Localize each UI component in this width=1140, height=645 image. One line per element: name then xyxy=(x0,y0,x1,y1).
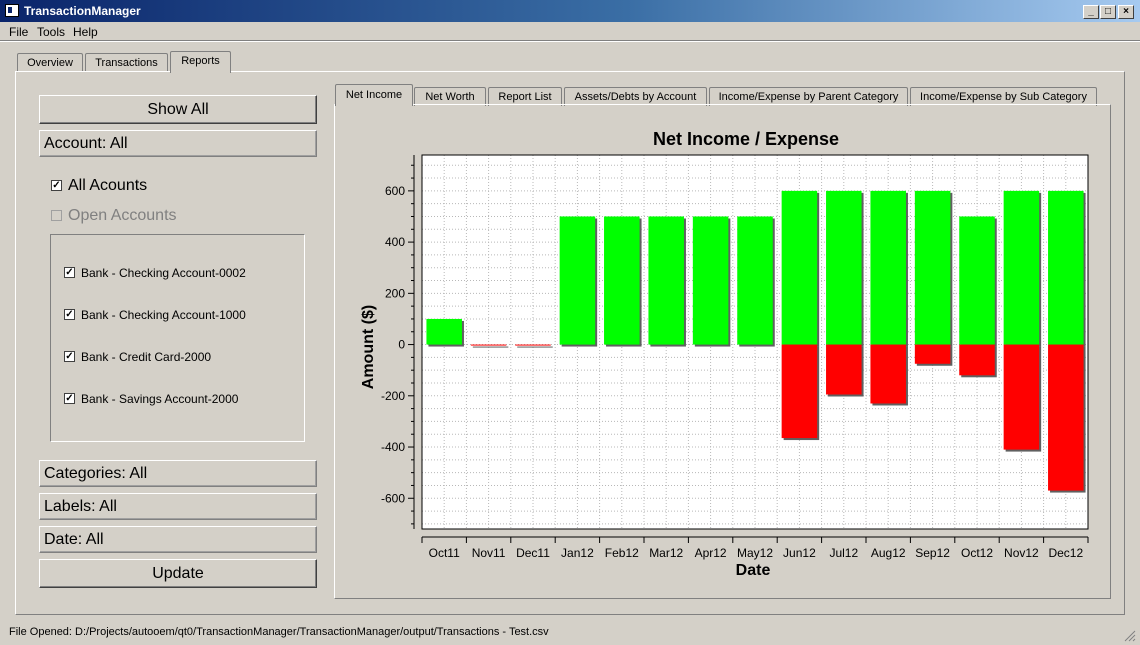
y-tick-label: -200 xyxy=(381,389,405,403)
bar xyxy=(515,344,551,346)
account-label: Bank - Checking Account-1000 xyxy=(81,308,246,322)
bar xyxy=(959,216,995,345)
menu-divider-highlight xyxy=(0,41,1140,42)
x-tick-label: Mar12 xyxy=(649,546,683,560)
window-title: TransactionManager xyxy=(24,4,141,18)
bar xyxy=(781,344,818,439)
bar-shadow xyxy=(472,346,509,348)
x-tick-label: Jan12 xyxy=(561,546,594,560)
net-income-chart: -600 -400 -200 0 200 400 600 Oct11 Nov11 Dec11 Jan… xyxy=(360,129,1089,579)
x-tick-label: Oct11 xyxy=(429,546,460,560)
close-icon: × xyxy=(1123,6,1129,17)
maximize-button[interactable]: □ xyxy=(1100,5,1116,19)
all-accounts-label: All Acounts xyxy=(68,177,148,194)
bar xyxy=(781,190,818,345)
y-tick-label: 0 xyxy=(398,338,405,352)
tab-overview[interactable]: Overview xyxy=(17,53,83,72)
bar xyxy=(604,216,640,345)
bar xyxy=(826,344,862,395)
bar xyxy=(1003,344,1040,450)
bar xyxy=(914,190,951,345)
bar xyxy=(737,216,773,345)
x-tick-label: Dec12 xyxy=(1048,546,1083,560)
x-tick-label: May12 xyxy=(737,546,773,560)
y-tick-label: -600 xyxy=(381,491,405,505)
all-accounts-checkbox[interactable]: ✓ xyxy=(51,180,62,191)
show-all-button[interactable]: Show All xyxy=(39,95,317,124)
tab-net-income[interactable]: Net Income xyxy=(335,84,413,106)
status-text: File Opened: D:/Projects/autooem/qt0/Tra… xyxy=(9,626,549,638)
app-icon xyxy=(5,4,19,17)
account-checkbox[interactable]: ✓ xyxy=(64,393,75,404)
x-tick-label: Jun12 xyxy=(783,546,816,560)
y-tick-label: -400 xyxy=(381,440,405,454)
minimize-button[interactable]: _ xyxy=(1083,5,1099,19)
title-bar: TransactionManager _ □ × xyxy=(0,0,1140,22)
check-icon: ✓ xyxy=(65,267,74,278)
menu-help[interactable]: Help xyxy=(73,25,98,39)
account-filter-button[interactable]: Account: All xyxy=(39,130,317,157)
date-filter-button[interactable]: Date: All xyxy=(39,526,317,553)
categories-filter-button[interactable]: Categories: All xyxy=(39,460,317,487)
bar xyxy=(914,344,951,364)
x-tick-label: Nov12 xyxy=(1004,546,1039,560)
menu-file[interactable]: File xyxy=(9,25,28,39)
bar xyxy=(959,344,995,376)
account-checkbox[interactable]: ✓ xyxy=(64,309,75,320)
labels-filter-button[interactable]: Labels: All xyxy=(39,493,317,520)
y-tick-label: 400 xyxy=(385,235,405,249)
x-axis-label: Date xyxy=(736,562,771,579)
close-button[interactable]: × xyxy=(1118,5,1134,19)
report-panel: -600 -400 -200 0 200 400 600 Oct11 Nov11 Dec11 Jan… xyxy=(334,104,1111,599)
open-accounts-label: Open Accounts xyxy=(68,207,177,224)
resize-grip-icon[interactable] xyxy=(1122,628,1136,642)
update-button[interactable]: Update xyxy=(39,559,317,588)
account-label: Bank - Credit Card-2000 xyxy=(81,350,212,364)
account-label: Bank - Savings Account-2000 xyxy=(81,392,239,406)
bar xyxy=(1048,190,1084,345)
x-tick-label: Sep12 xyxy=(915,546,950,560)
bar xyxy=(1003,190,1040,345)
bar xyxy=(559,216,596,345)
account-label: Bank - Checking Account-0002 xyxy=(81,266,246,280)
account-checkbox[interactable]: ✓ xyxy=(64,267,75,278)
x-tick-label: Jul12 xyxy=(829,546,858,560)
bar xyxy=(870,190,906,345)
y-tick-label: 600 xyxy=(385,184,405,198)
y-tick-label: 200 xyxy=(385,286,405,300)
bar xyxy=(648,216,684,345)
bar xyxy=(692,216,729,345)
menu-tools[interactable]: Tools xyxy=(37,25,65,39)
check-icon: ✓ xyxy=(65,351,74,362)
chart-title: Net Income / Expense xyxy=(653,129,839,149)
maximize-icon: □ xyxy=(1104,6,1112,17)
bar xyxy=(870,344,906,404)
x-tick-label: Nov11 xyxy=(472,546,506,560)
bar xyxy=(470,344,507,346)
check-icon: ✓ xyxy=(52,180,61,191)
tab-transactions[interactable]: Transactions xyxy=(85,53,168,72)
check-icon: ✓ xyxy=(65,309,74,320)
bar-shadow xyxy=(517,346,553,348)
accounts-list: ✓ Bank - Checking Account-0002 ✓ Bank - … xyxy=(50,234,305,442)
x-tick-label: Feb12 xyxy=(605,546,639,560)
check-icon: ✓ xyxy=(65,393,74,404)
minimize-icon: _ xyxy=(1088,6,1094,17)
x-tick-label: Aug12 xyxy=(871,546,906,560)
x-tick-label: Apr12 xyxy=(695,546,727,560)
bar xyxy=(1048,344,1084,491)
x-tick-label: Oct12 xyxy=(961,546,993,560)
tab-reports[interactable]: Reports xyxy=(170,51,231,73)
bar xyxy=(426,318,462,345)
y-axis-label: Amount ($) xyxy=(360,305,377,389)
account-checkbox[interactable]: ✓ xyxy=(64,351,75,362)
x-tick-label: Dec11 xyxy=(516,546,550,560)
open-accounts-checkbox[interactable] xyxy=(51,210,62,221)
bar xyxy=(826,190,862,345)
